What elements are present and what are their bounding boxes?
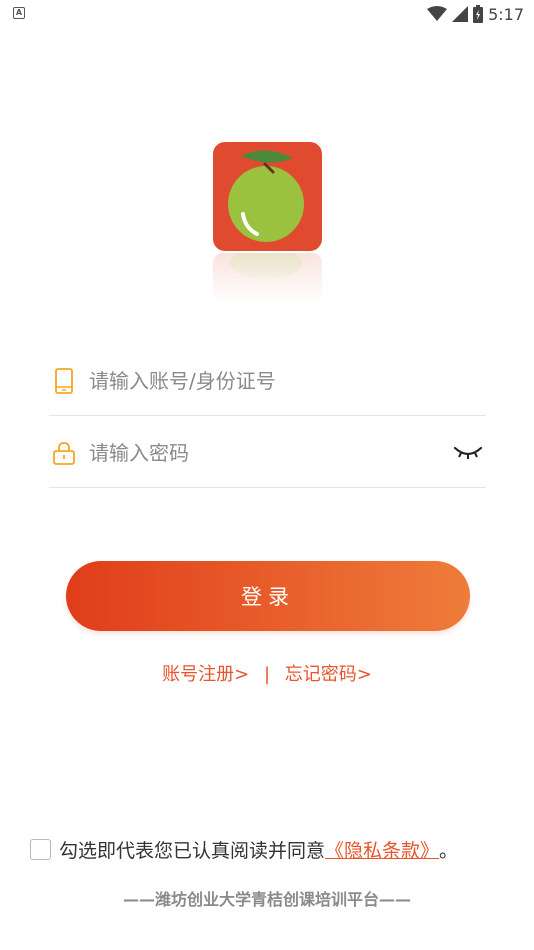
status-time: 5:17 bbox=[488, 4, 524, 24]
agreement-period: 。 bbox=[439, 840, 459, 862]
account-input[interactable] bbox=[89, 368, 429, 393]
wifi-icon bbox=[427, 6, 448, 21]
battery-icon bbox=[473, 5, 484, 23]
register-link[interactable]: 账号注册> bbox=[162, 664, 249, 685]
account-field bbox=[49, 346, 486, 416]
login-button[interactable]: 登录 bbox=[66, 561, 470, 631]
notification-icon: A bbox=[13, 7, 25, 19]
green-fruit-icon bbox=[228, 150, 304, 242]
password-field bbox=[49, 418, 486, 488]
phone-icon bbox=[51, 367, 77, 394]
auth-links: 账号注册> | 忘记密码> bbox=[0, 660, 534, 686]
forgot-password-link[interactable]: 忘记密码> bbox=[285, 664, 372, 685]
password-visibility-toggle-icon[interactable] bbox=[452, 440, 484, 464]
privacy-policy-link[interactable]: 《隐私条款》 bbox=[325, 836, 439, 863]
link-separator: | bbox=[263, 664, 271, 685]
agreement-checkbox[interactable] bbox=[30, 839, 51, 860]
status-icons: 5:17 bbox=[427, 3, 524, 25]
status-bar: A 5:17 bbox=[0, 0, 534, 28]
app-logo bbox=[213, 142, 322, 251]
logo-reflection bbox=[213, 253, 322, 303]
cell-signal-icon bbox=[452, 6, 469, 22]
agreement-text: 勾选即代表您已认真阅读并同意 bbox=[59, 840, 326, 862]
lock-icon bbox=[51, 440, 77, 466]
platform-footer: ——潍坊创业大学青桔创课培训平台—— bbox=[122, 890, 411, 909]
password-input[interactable] bbox=[89, 440, 429, 465]
privacy-agreement: 勾选即代表您已认真阅读并同意 《隐私条款》 。 bbox=[30, 836, 458, 863]
